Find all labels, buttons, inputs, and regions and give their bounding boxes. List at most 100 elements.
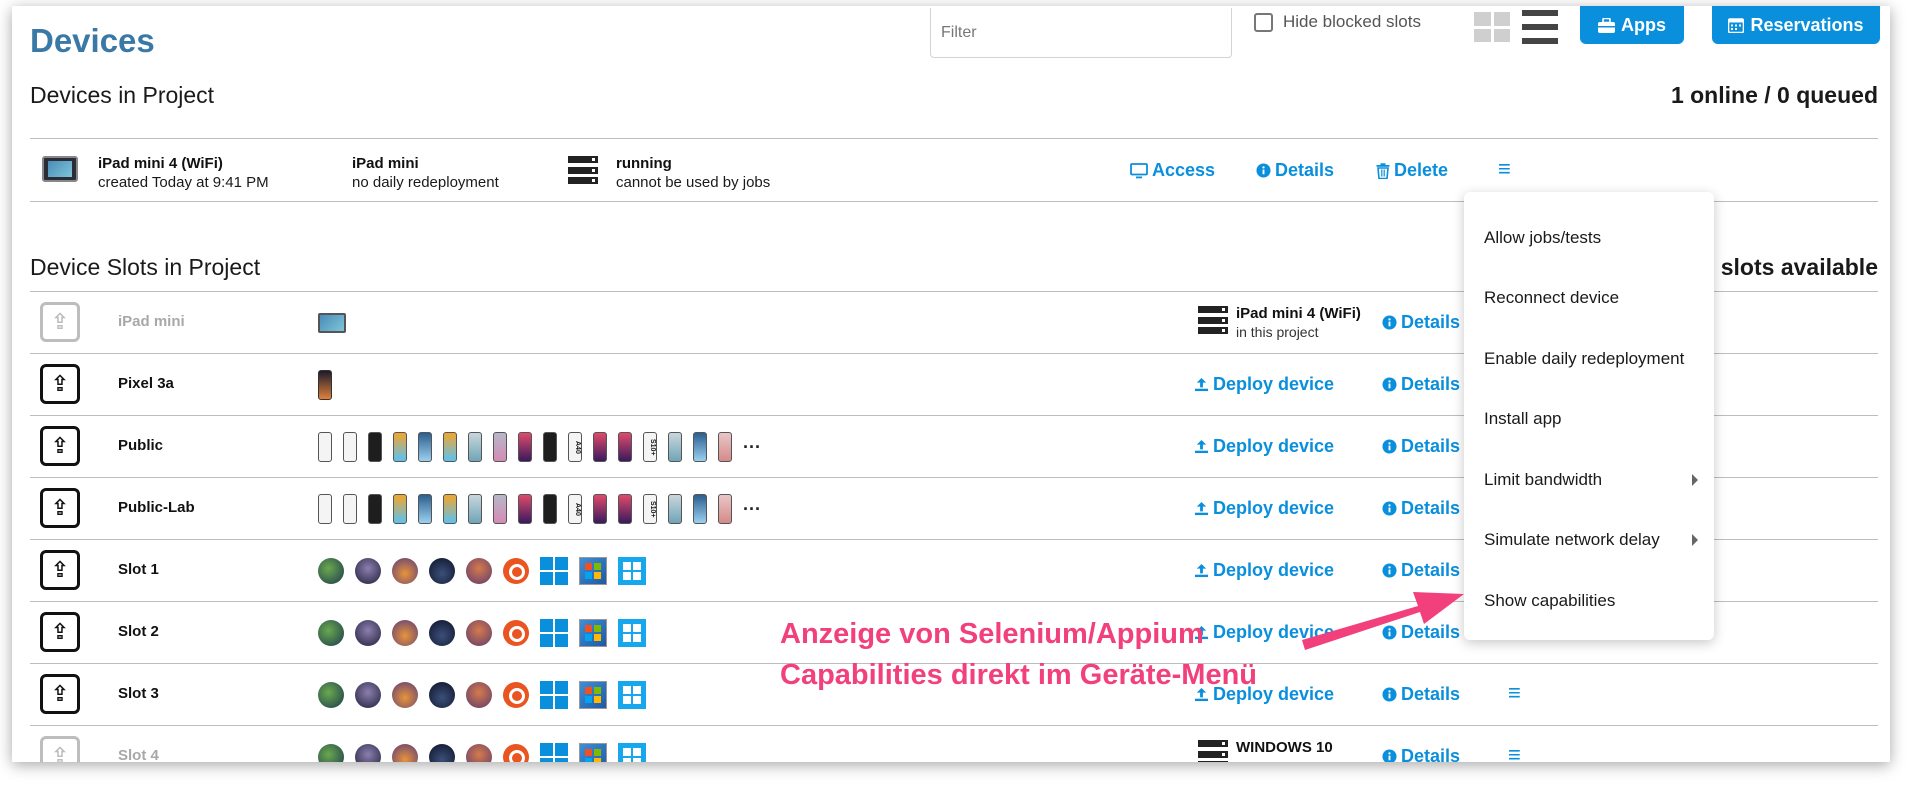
deploy-device-button[interactable]: Deploy device [1194,560,1334,581]
upload-icon[interactable]: ⇪ [40,674,80,714]
menu-item-network-delay[interactable]: Simulate network delay [1464,520,1714,560]
device-model: iPad mini [352,155,419,172]
annotation-line-1: Anzeige von Selenium/Appium [780,618,1204,650]
hide-blocked-checkbox[interactable] [1254,12,1273,32]
slot-details-button[interactable]: Details [1382,560,1460,581]
phone-thumbnail [443,432,457,462]
filter-input[interactable] [930,8,1232,58]
windows-10-icon [618,743,646,762]
upload-icon[interactable]: ⇪ [40,364,80,404]
reservations-button[interactable]: Reservations [1712,6,1880,44]
menu-item-install-app[interactable]: Install app [1464,399,1714,439]
assigned-device-name: iPad mini 4 (WiFi) [1236,305,1361,322]
slot-details-button[interactable]: Details [1382,436,1460,457]
hamburger-icon[interactable]: ≡ [1498,158,1511,180]
slot-details-button[interactable]: Details [1382,374,1460,395]
phone-thumbnail [468,494,482,524]
caret-right-icon [1692,534,1698,546]
phone-thumbnail [518,432,532,462]
os-thumbnails [318,616,646,650]
menu-item-daily-redeploy[interactable]: Enable daily redeployment [1464,339,1714,379]
more-devices-indicator[interactable]: ··· [743,499,761,520]
phone-thumbnail [493,432,507,462]
deploy-device-label: Deploy device [1213,374,1335,394]
phone-thumbnail [418,494,432,524]
windows-icon [540,619,568,647]
device-thumbnails: A40 S10+ ··· [318,492,761,526]
menu-item-label: Install app [1484,409,1562,428]
delete-button[interactable]: Delete [1376,160,1448,181]
menu-item-label: Reconnect device [1484,288,1620,307]
info-icon [1382,749,1397,762]
hamburger-icon[interactable]: ≡ [1508,682,1521,704]
slot-details-label: Details [1401,312,1461,332]
phone-thumbnail [618,432,632,462]
menu-item-allow-jobs[interactable]: Allow jobs/tests [1464,218,1714,258]
windows-7-icon [579,681,607,709]
deploy-device-button[interactable]: Deploy device [1194,498,1334,519]
menu-item-label: Allow jobs/tests [1484,228,1602,247]
phone-thumbnail: S10+ [643,432,657,462]
slot-name: Slot 2 [118,623,159,640]
slot-details-button[interactable]: Details [1382,622,1460,643]
slot-name: Slot 3 [118,685,159,702]
upload-icon[interactable]: ⇪ [40,550,80,590]
devices-section-title: Devices in Project [30,82,215,108]
macos-icon [318,558,344,584]
phone-thumbnail [343,494,357,524]
deploy-device-label: Deploy device [1213,560,1335,580]
macos-icon [429,558,455,584]
os-thumbnails [318,740,646,762]
phone-thumbnail [618,494,632,524]
upload-icon: ⇪ [40,736,80,762]
info-icon [1382,625,1397,640]
slot-details-button[interactable]: Details [1382,746,1460,762]
windows-icon [540,743,568,762]
deploy-device-button[interactable]: Deploy device [1194,374,1334,395]
upload-icon [1194,501,1209,516]
phone-thumbnail [718,432,732,462]
slot-name: Public [118,437,164,454]
phone-thumbnail [443,494,457,524]
more-devices-indicator[interactable]: ··· [743,437,761,458]
slot-details-button[interactable]: Details [1382,498,1460,519]
menu-item-reconnect[interactable]: Reconnect device [1464,278,1714,318]
slot-details-button[interactable]: Details [1382,312,1460,333]
access-button[interactable]: Access [1130,160,1215,181]
phone-thumbnail [693,432,707,462]
device-thumbnails: A40 S10+ ··· [318,430,761,464]
phone-thumbnail [593,494,607,524]
device-name: iPad mini 4 (WiFi) [98,155,223,172]
slot-details-button[interactable]: Details [1382,684,1460,705]
hamburger-icon[interactable]: ≡ [1508,744,1521,763]
upload-icon[interactable]: ⇪ [40,488,80,528]
ubuntu-icon [503,744,529,762]
macos-icon [392,620,418,646]
upload-icon[interactable]: ⇪ [40,612,80,652]
slot-details-label: Details [1401,560,1461,580]
slot-name: Slot 4 [118,747,159,762]
list-view-icon[interactable] [1522,10,1558,44]
device-details-button[interactable]: Details [1256,160,1334,181]
phone-thumbnail [393,432,407,462]
upload-icon[interactable]: ⇪ [40,426,80,466]
slots-section-title: Device Slots in Project [30,254,261,280]
deploy-device-button[interactable]: Deploy device [1194,436,1334,457]
hide-blocked-toggle[interactable]: Hide blocked slots [1254,12,1421,32]
phone-thumbnail: A40 [568,432,582,462]
grid-view-icon[interactable] [1474,12,1510,42]
menu-item-limit-bandwidth[interactable]: Limit bandwidth [1464,460,1714,500]
menu-item-show-capabilities[interactable]: Show capabilities [1464,581,1714,621]
server-icon [1198,306,1228,334]
info-icon [1382,501,1397,516]
apps-button[interactable]: Apps [1580,6,1684,44]
macos-icon [429,682,455,708]
server-icon [1198,740,1228,762]
phone-thumbnail [593,432,607,462]
phone-thumbnail [718,494,732,524]
upload-icon: ⇪ [40,302,80,342]
slot-name: Slot 1 [118,561,159,578]
phone-thumbnail [543,432,557,462]
slot-details-label: Details [1401,374,1461,394]
phone-thumbnail: A40 [568,494,582,524]
